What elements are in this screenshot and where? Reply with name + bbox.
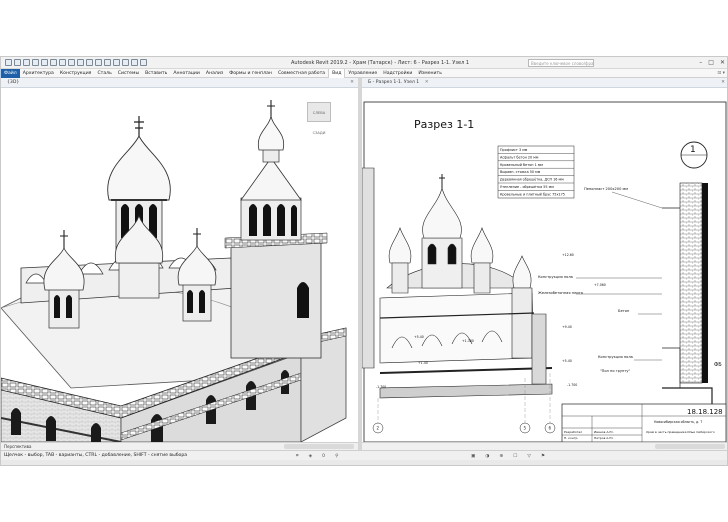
- tab-manage[interactable]: Управление: [345, 69, 380, 78]
- 3d-view-scrollbar[interactable]: [284, 444, 354, 449]
- tab-addins[interactable]: Надстройки: [380, 69, 415, 78]
- tab-file[interactable]: Файл: [1, 68, 20, 78]
- tag-icon[interactable]: [77, 59, 84, 66]
- open-icon[interactable]: [14, 59, 21, 66]
- stamp-name-1: Иванов А.Ю.: [594, 430, 614, 434]
- close-button[interactable]: ✕: [720, 59, 725, 66]
- tab-architecture[interactable]: Архитектура: [20, 69, 57, 78]
- stamp-name-2: Петров А.Ю.: [594, 436, 614, 440]
- level-7: -1.700: [567, 383, 577, 387]
- print-icon[interactable]: [50, 59, 57, 66]
- stamp-sub: Новосибирская область, д. Т: [654, 420, 702, 424]
- level-2: +9.40: [562, 325, 572, 329]
- 3d-view-tab-label: {3D}: [7, 80, 20, 85]
- 3d-view-control-bar: Перспектива: [1, 442, 358, 450]
- note-4: Бетон: [618, 309, 630, 313]
- ribbon-toggle[interactable]: ⊡ ▾: [717, 71, 727, 76]
- switch-windows-icon[interactable]: [131, 59, 138, 66]
- status-text: Щелчок - выбор, TAB - варианты, CTRL - д…: [4, 453, 188, 458]
- stamp-person-2: Н. контр.: [564, 436, 578, 440]
- section-icon[interactable]: [104, 59, 111, 66]
- layer-1: Профлист 3 мм: [500, 148, 528, 152]
- maximize-button[interactable]: □: [708, 59, 714, 66]
- 3d-view-close-button[interactable]: ✕: [350, 78, 354, 88]
- viewcube[interactable]: СЛЕВА СЗАДИ: [307, 102, 331, 135]
- layer-5: Деревянная обрешётка, ДСП 16 мм: [500, 178, 564, 182]
- undo-icon[interactable]: [32, 59, 39, 66]
- level-8: -1.700: [376, 385, 386, 389]
- 3d-view-icon[interactable]: [95, 59, 102, 66]
- tab-insert[interactable]: Вставить: [142, 69, 170, 78]
- redo-icon[interactable]: [41, 59, 48, 66]
- level-4: +1.380: [462, 339, 474, 343]
- note-2: Конструкция пола: [538, 275, 573, 279]
- 3d-view-pane[interactable]: {3D} ✕ СЛЕВА СЗАДИ Перспектива: [1, 78, 358, 450]
- window-title: Autodesk Revit 2019.2 - Храм (Татарск) -…: [291, 60, 470, 66]
- measure-icon[interactable]: [59, 59, 66, 66]
- 3d-view-tab[interactable]: {3D} ✕: [1, 78, 358, 88]
- side-letters: ФБ: [714, 362, 722, 368]
- note-5: Конструкция пола: [598, 355, 633, 359]
- thin-lines-icon[interactable]: [113, 59, 120, 66]
- tab-steel[interactable]: Сталь: [94, 69, 114, 78]
- view-area: {3D} ✕ СЛЕВА СЗАДИ Перспектива Б - Разре…: [1, 78, 728, 450]
- sheet-tab-close-icon[interactable]: ✕: [425, 80, 429, 85]
- status-bar: Щелчок - выбор, TAB - варианты, CTRL - д…: [1, 450, 727, 460]
- title-block: 18.18.128 Новосибирская область, д. Т Хр…: [561, 403, 727, 442]
- layer-6: Утепление - обрешётка 55 мм: [500, 185, 554, 189]
- minimize-button[interactable]: –: [699, 59, 702, 66]
- save-icon[interactable]: [23, 59, 30, 66]
- layer-4: Выравн. стяжка 50 мм: [500, 170, 541, 174]
- section-sheet-drawing[interactable]: Разрез 1-1 Профлист 3 мм Асфальт бетон 2…: [362, 88, 728, 442]
- layer-2: Асфальт бетон 20 мм: [500, 155, 539, 159]
- window-controls: – □ ✕: [699, 59, 725, 66]
- level-6: +1.40: [418, 361, 428, 365]
- sheet-view-tab[interactable]: Б - Разрез 1-1. Узел 1 ✕ ✕: [362, 78, 727, 88]
- note-1: Пенопласт 200х200 мм: [584, 187, 628, 191]
- level-1: +12.60: [562, 253, 574, 257]
- title-bar: Autodesk Revit 2019.2 - Храм (Татарск) -…: [1, 57, 727, 69]
- quick-access-toolbar: [5, 59, 147, 66]
- dimension-icon[interactable]: [68, 59, 75, 66]
- search-input[interactable]: Введите ключевое слово/фразу: [528, 59, 594, 67]
- sheet-view-tab-label: Б - Разрез 1-1. Узел 1: [368, 80, 420, 85]
- tab-massing-site[interactable]: Формы и генплан: [226, 69, 275, 78]
- tab-modify[interactable]: Изменить: [415, 69, 445, 78]
- stamp-number: 18.18.128: [687, 408, 723, 416]
- note-3: Железобетонная плита: [538, 291, 583, 295]
- sheet-view-pane[interactable]: Б - Разрез 1-1. Узел 1 ✕ ✕ Разрез 1-1 Пр…: [362, 78, 728, 450]
- close-hidden-icon[interactable]: [122, 59, 129, 66]
- tab-view[interactable]: Вид: [328, 68, 346, 78]
- level-5: +5.40: [562, 359, 572, 363]
- tab-annotate[interactable]: Аннотации: [170, 69, 203, 78]
- taskbar-strip: [1, 460, 727, 465]
- section-title: Разрез 1-1: [414, 118, 474, 131]
- text-icon[interactable]: [86, 59, 93, 66]
- stamp-person-1: Разработал: [564, 430, 582, 434]
- sheet-view-control-bar: [362, 442, 727, 450]
- level-9: +7.060: [594, 283, 606, 287]
- ribbon-tabs: Файл Архитектура Конструкция Сталь Систе…: [1, 68, 727, 78]
- tab-systems[interactable]: Системы: [115, 69, 142, 78]
- callout-number: 1: [690, 145, 696, 155]
- view-projection-label[interactable]: Перспектива: [4, 444, 31, 449]
- level-3: +5.40: [414, 335, 424, 339]
- layer-3: Кровельный бетон 1 мм: [500, 163, 543, 167]
- tab-structure[interactable]: Конструкция: [57, 69, 95, 78]
- app-menu-icon[interactable]: [5, 59, 12, 66]
- layer-7: Кровельные и плитный брус 75х175: [500, 192, 565, 196]
- customize-qat-icon[interactable]: [140, 59, 147, 66]
- 3d-church-model[interactable]: [1, 88, 358, 442]
- stamp-desc: Храм в честь праведника Ильи Сибирского: [646, 430, 715, 434]
- sheet-view-close-button[interactable]: ✕: [721, 78, 725, 88]
- sheet-view-scrollbar[interactable]: [655, 444, 725, 449]
- tab-collaborate[interactable]: Совместная работа: [275, 69, 328, 78]
- revit-window: Autodesk Revit 2019.2 - Храм (Татарск) -…: [0, 56, 728, 466]
- tab-analyze[interactable]: Анализ: [203, 69, 226, 78]
- note-6: "Пол по грунту": [600, 369, 631, 373]
